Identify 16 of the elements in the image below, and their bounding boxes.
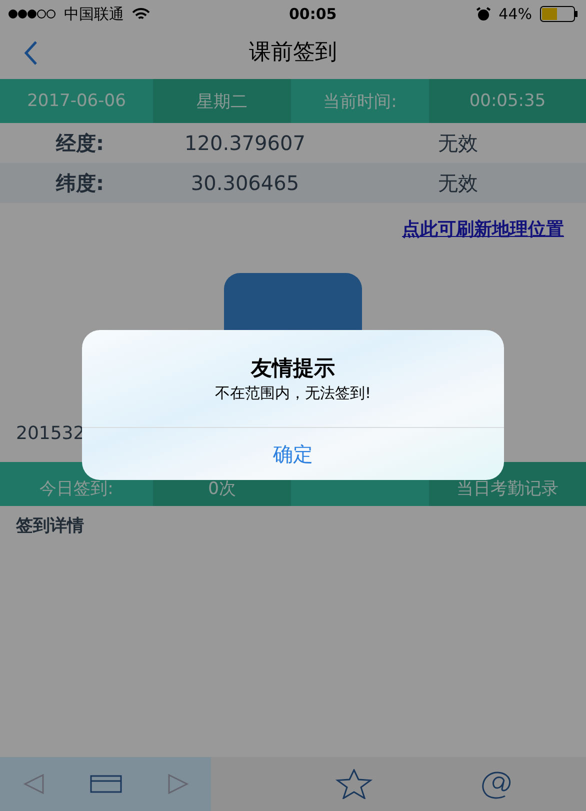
info-cell: 00:05:35 bbox=[429, 79, 586, 123]
details-title: 签到详情 bbox=[15, 515, 85, 538]
student-id: 201532 bbox=[15, 422, 86, 444]
carrier-name: 中国联通 bbox=[64, 4, 124, 24]
coord-status: 无效 bbox=[437, 170, 479, 196]
coord-value: 30.306465 bbox=[190, 171, 300, 195]
status-time: 00:05 bbox=[288, 5, 337, 23]
coord-label: 纬度: bbox=[54, 170, 105, 196]
battery-percent: 44% bbox=[498, 5, 532, 23]
alert-title: 友情提示 bbox=[251, 355, 335, 382]
coord-value: 120.379607 bbox=[184, 131, 306, 155]
coord-label: 经度: bbox=[54, 130, 105, 156]
alert-message: 不在范围内，无法签到! bbox=[214, 384, 371, 403]
coord-status: 无效 bbox=[437, 130, 479, 156]
page-title: 课前签到 bbox=[249, 39, 337, 67]
info-cell: 星期二 bbox=[153, 79, 291, 123]
